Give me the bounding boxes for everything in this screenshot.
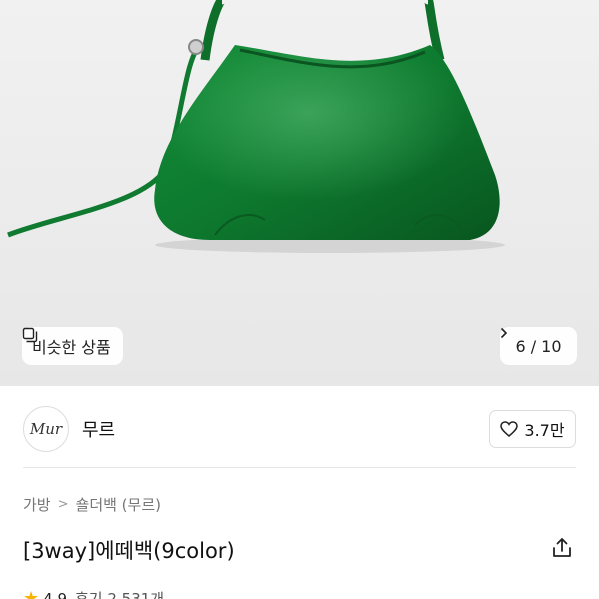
like-count: 3.7만 xyxy=(524,421,565,440)
rating-value: 4.9 xyxy=(43,589,67,599)
rating-row[interactable]: ★ 4.9 후기 2,531개 xyxy=(23,588,164,599)
divider xyxy=(23,467,576,468)
copy-icon xyxy=(22,327,38,343)
product-image-gallery[interactable]: 비슷한 상품 6 / 10 xyxy=(0,0,599,386)
like-button[interactable]: 3.7만 xyxy=(489,410,576,448)
chevron-right-icon xyxy=(500,327,508,339)
breadcrumb-item-bags[interactable]: 가방 xyxy=(23,494,51,515)
product-title: [3way]에떼백(9color) xyxy=(23,539,235,563)
image-counter-button[interactable]: 6 / 10 xyxy=(500,327,577,365)
shop-info: Mur 무르 3.7만 xyxy=(0,386,599,468)
breadcrumb: 가방 > 숄더백 (무르) xyxy=(23,494,161,515)
similar-products-button[interactable]: 비슷한 상품 xyxy=(22,327,123,365)
shop-name[interactable]: 무르 xyxy=(82,416,115,442)
shop-avatar[interactable]: Mur xyxy=(23,406,69,452)
similar-products-label: 비슷한 상품 xyxy=(32,338,111,357)
star-icon: ★ xyxy=(23,588,40,599)
heart-icon xyxy=(500,421,519,437)
share-icon[interactable] xyxy=(550,536,574,560)
breadcrumb-item-shoulder-bags[interactable]: 숄더백 (무르) xyxy=(76,494,161,515)
image-counter: 6 / 10 xyxy=(515,336,562,356)
chevron-right-icon: > xyxy=(57,497,69,512)
review-count: 후기 2,531개 xyxy=(75,590,165,599)
